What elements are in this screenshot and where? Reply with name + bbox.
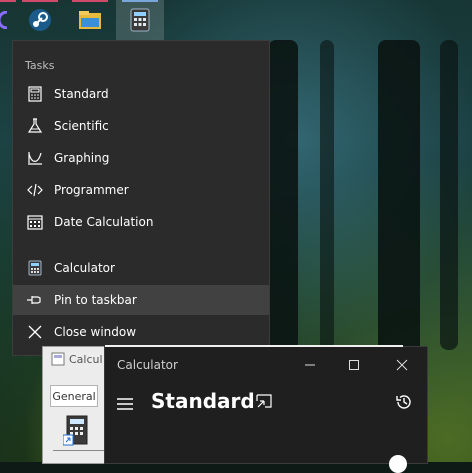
app-label: Calculator [54, 261, 115, 275]
tree-trunk [440, 40, 458, 350]
running-indicator [22, 0, 58, 2]
window-title: Calculator [117, 358, 178, 372]
running-indicator [72, 0, 108, 2]
taskbar-steam[interactable] [16, 0, 64, 40]
task-label: Graphing [54, 151, 110, 165]
maximize-button[interactable] [331, 353, 377, 377]
app-icon-partial [0, 11, 7, 29]
taskbar-file-explorer[interactable] [66, 0, 114, 40]
minimize-icon [305, 364, 315, 366]
running-indicator [122, 0, 158, 2]
jump-list-header: Tasks [25, 59, 55, 72]
taskbar-calculator[interactable] [116, 0, 164, 40]
calculator-small-icon [51, 352, 65, 366]
task-date-calculation[interactable]: Date Calculation [13, 207, 269, 237]
pin-icon [26, 291, 44, 309]
tree-trunk [378, 40, 420, 360]
task-label: Scientific [54, 119, 109, 133]
pin-label: Pin to taskbar [54, 293, 137, 307]
keep-on-top-button[interactable] [256, 393, 272, 413]
calculator-icon [26, 85, 44, 103]
minimize-button[interactable] [287, 353, 333, 377]
task-programmer[interactable]: Programmer [13, 175, 269, 205]
task-standard[interactable]: Standard [13, 79, 269, 109]
code-icon [26, 181, 44, 199]
classic-calculator-window[interactable]: Calcul General [42, 346, 108, 464]
close-icon [26, 323, 44, 341]
history-icon [396, 395, 411, 409]
window-top-border [105, 345, 403, 347]
task-scientific[interactable]: Scientific [13, 111, 269, 141]
flask-icon [26, 117, 44, 135]
steam-icon [29, 9, 51, 31]
navigation-menu-button[interactable] [117, 395, 133, 414]
window-title: Calcul [69, 353, 103, 366]
keep-on-top-icon [256, 394, 272, 408]
calendar-icon [26, 213, 44, 231]
open-calculator-app[interactable]: Calculator [13, 253, 269, 283]
task-label: Date Calculation [54, 215, 154, 229]
maximize-icon [349, 360, 359, 370]
task-label: Standard [54, 87, 109, 101]
jump-list-menu: Tasks Standard Scientific Graphing Progr… [12, 40, 270, 356]
close-label: Close window [54, 325, 137, 339]
file-explorer-icon [79, 11, 101, 29]
history-button[interactable] [395, 393, 413, 415]
task-graphing[interactable]: Graphing [13, 143, 269, 173]
hamburger-icon [117, 398, 133, 410]
running-indicator [0, 0, 16, 2]
graph-icon [26, 149, 44, 167]
taskbar [0, 0, 472, 40]
close-icon [396, 359, 408, 371]
tab-general[interactable]: General [50, 385, 98, 407]
divider [53, 450, 107, 451]
partial-control [389, 455, 407, 473]
close-button[interactable] [379, 353, 425, 377]
calculator-shortcut-icon [63, 415, 88, 446]
tree-trunk [320, 40, 334, 350]
calculator-icon [130, 8, 150, 32]
calculator-mode-title: Standard [151, 389, 255, 413]
close-window[interactable]: Close window [13, 317, 269, 347]
calculator-app-icon [26, 259, 44, 277]
task-label: Programmer [54, 183, 129, 197]
calculator-window[interactable]: Calculator Standard [104, 345, 428, 473]
tree-trunk [268, 40, 298, 350]
pin-to-taskbar[interactable]: Pin to taskbar [13, 285, 269, 315]
